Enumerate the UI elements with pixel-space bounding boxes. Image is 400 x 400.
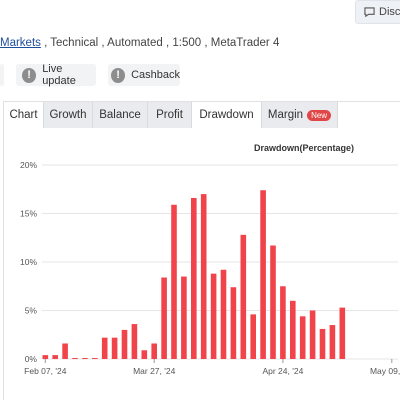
- drawdown-chart: 0% 5% 10% 15% 20% Feb 07, '24 Mar 27, '24 Apr 2…: [20, 160, 400, 376]
- bar[interactable]: [220, 269, 227, 359]
- bar[interactable]: [339, 307, 346, 359]
- bar[interactable]: [121, 329, 128, 359]
- y-tick-label: 20%: [20, 160, 37, 170]
- x-tick-label: May 09, '24: [370, 366, 400, 376]
- x-tick-label: Feb 07, '24: [24, 366, 67, 376]
- bar[interactable]: [52, 355, 58, 359]
- bar[interactable]: [230, 287, 237, 359]
- bar[interactable]: [191, 197, 197, 359]
- x-tick-label: Apr 24, '24: [262, 366, 303, 376]
- bar[interactable]: [42, 355, 49, 359]
- bar[interactable]: [151, 343, 157, 359]
- bar[interactable]: [290, 300, 296, 359]
- bar[interactable]: [82, 358, 88, 359]
- bar[interactable]: [329, 325, 336, 359]
- bar[interactable]: [62, 343, 68, 359]
- bar[interactable]: [181, 276, 187, 359]
- bar[interactable]: [309, 310, 316, 360]
- y-tick-label: 10%: [20, 257, 37, 267]
- bar[interactable]: [92, 358, 98, 359]
- y-tick-label: 0%: [25, 354, 38, 364]
- bar[interactable]: [101, 337, 108, 359]
- bar[interactable]: [260, 190, 266, 359]
- bar[interactable]: [72, 358, 78, 359]
- bar[interactable]: [240, 234, 247, 359]
- bar[interactable]: [111, 337, 118, 359]
- bar[interactable]: [161, 277, 167, 359]
- bar[interactable]: [270, 245, 276, 359]
- x-tick-label: Mar 27, '24: [133, 366, 176, 376]
- y-tick-label: 5%: [25, 306, 38, 316]
- bar[interactable]: [299, 316, 306, 359]
- bar[interactable]: [141, 350, 148, 359]
- bar[interactable]: [280, 286, 286, 359]
- y-tick-label: 15%: [20, 209, 37, 219]
- bar[interactable]: [319, 328, 326, 359]
- bar[interactable]: [171, 204, 177, 359]
- bar[interactable]: [131, 324, 138, 359]
- bar[interactable]: [250, 314, 256, 359]
- bar[interactable]: [210, 273, 217, 359]
- bar[interactable]: [200, 194, 207, 359]
